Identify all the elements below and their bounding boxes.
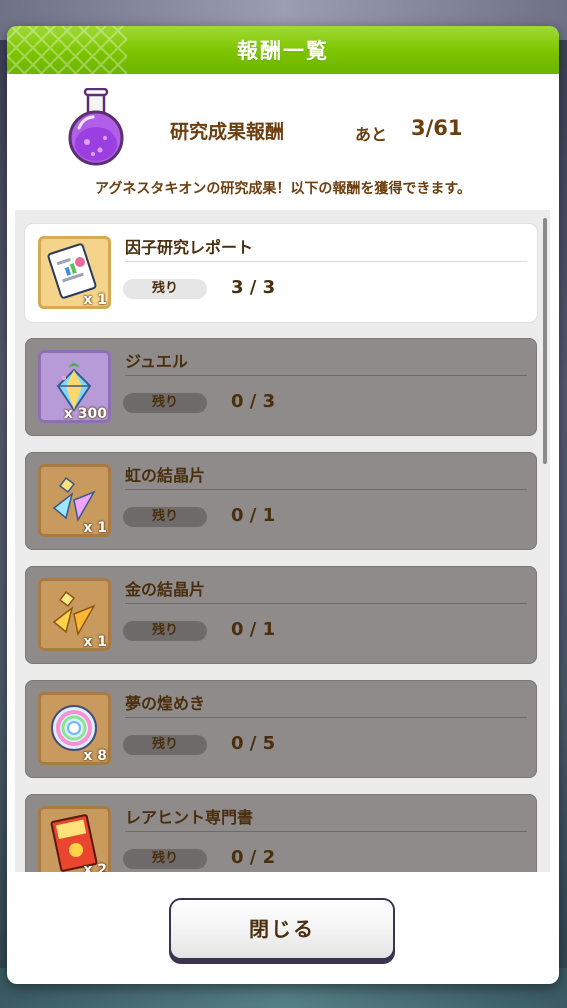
remain-pill: 残り — [123, 735, 207, 755]
item-count: 0 / 5 — [231, 733, 276, 754]
remain-count: 3/61 — [411, 116, 463, 140]
item-count: 0 / 1 — [231, 619, 276, 640]
item-count: 0 / 1 — [231, 505, 276, 526]
item-divider — [125, 831, 527, 832]
remain-pill: 残り — [123, 393, 207, 413]
reward-name: 研究成果報酬 — [170, 121, 285, 143]
item-divider — [125, 375, 527, 376]
dialog-title: 報酬一覧 — [237, 39, 329, 63]
item-name: 虹の結晶片 — [125, 466, 206, 485]
item-quantity: x 300 — [63, 406, 107, 422]
remain-pill: 残り — [123, 507, 207, 527]
remain-pill: 残り — [123, 849, 207, 869]
item-quantity: x 1 — [83, 520, 107, 536]
close-button[interactable]: 閉じる — [171, 900, 393, 958]
item-icon-frame: x 1 — [38, 236, 111, 309]
list-item: x 300 ジュエル 残り 0 / 3 — [25, 338, 537, 436]
item-count: 3 / 3 — [231, 277, 276, 298]
reward-list[interactable]: x 1 因子研究レポート 残り 3 / 3 x 300 ジュエル 残り 0 / … — [15, 210, 550, 872]
item-icon-frame: x 1 — [38, 578, 111, 651]
item-divider — [125, 261, 527, 262]
reward-list-dialog: 報酬一覧 研究成果報酬 あと 3/61 アグネスタキオンの研究成果！以下の報酬を… — [7, 26, 559, 984]
remain-label: あと — [355, 125, 388, 144]
list-item: x 1 虹の結晶片 残り 0 / 1 — [25, 452, 537, 550]
remain-pill: 残り — [123, 621, 207, 641]
item-name: 夢の煌めき — [125, 694, 206, 713]
item-quantity: x 2 — [83, 862, 107, 872]
item-icon-frame: x 8 — [38, 692, 111, 765]
list-item: x 1 金の結晶片 残り 0 / 1 — [25, 566, 537, 664]
reward-summary: 研究成果報酬 あと 3/61 — [7, 74, 559, 184]
item-count: 0 / 2 — [231, 847, 276, 868]
item-icon-frame: x 2 — [38, 806, 111, 872]
item-icon-frame: x 300 — [38, 350, 111, 423]
list-scrollbar[interactable] — [543, 218, 547, 464]
remain-pill: 残り — [123, 279, 207, 299]
list-item: x 1 因子研究レポート 残り 3 / 3 — [25, 224, 537, 322]
item-divider — [125, 489, 527, 490]
item-name: 因子研究レポート — [125, 238, 254, 257]
item-icon-frame: x 1 — [38, 464, 111, 537]
item-divider — [125, 603, 527, 604]
item-quantity: x 1 — [83, 292, 107, 308]
header-pattern — [7, 26, 127, 74]
item-divider — [125, 717, 527, 718]
item-count: 0 / 3 — [231, 391, 276, 412]
dialog-header: 報酬一覧 — [7, 26, 559, 74]
flask-icon — [68, 88, 124, 166]
list-item: x 8 夢の煌めき 残り 0 / 5 — [25, 680, 537, 778]
reward-description: アグネスタキオンの研究成果！以下の報酬を獲得できます。 — [95, 181, 471, 197]
list-item: x 2 レアヒント専門書 残り 0 / 2 — [25, 794, 537, 872]
item-name: ジュエル — [125, 352, 188, 371]
item-name: レアヒント専門書 — [125, 808, 254, 827]
item-name: 金の結晶片 — [125, 580, 206, 599]
item-quantity: x 1 — [83, 634, 107, 650]
item-quantity: x 8 — [83, 748, 107, 764]
